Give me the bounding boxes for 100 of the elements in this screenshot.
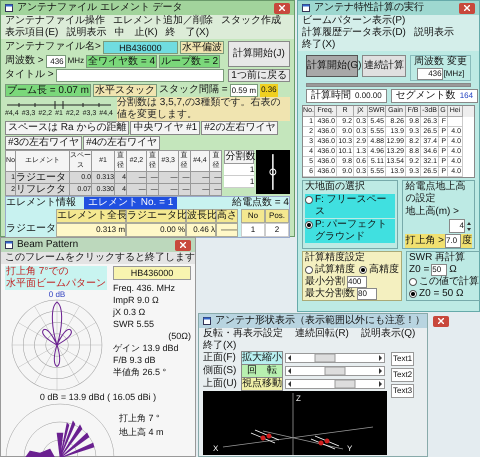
window-icon <box>5 241 13 249</box>
table-cell: 1 <box>241 223 265 237</box>
column-header: ラジエータ比 <box>126 209 186 223</box>
group-title: 計算精度設定 <box>305 252 366 264</box>
menu-item[interactable]: スタック作成 <box>221 15 281 27</box>
radio-label: 高精度 <box>369 264 399 276</box>
menu-item[interactable]: 表示項目(E) <box>5 27 58 39</box>
column-group-label: #2の左右ワイヤ <box>201 121 278 135</box>
min-division-field[interactable]: 400 <box>347 276 367 288</box>
menu-item[interactable]: 反転・再表示設定 <box>203 328 283 340</box>
frequency-field[interactable]: 436 <box>416 68 443 80</box>
element-name: ラジエータ <box>6 223 56 236</box>
reading-text: 半値角 26.5 ° <box>113 366 168 378</box>
field-label: スタック間隔 = <box>158 84 228 96</box>
unit-label: Ω <box>449 264 457 276</box>
table-cell: 0.00 % <box>126 223 186 237</box>
column-group-label: スペースは Ra からの距離 <box>5 121 130 135</box>
window-icon <box>203 317 211 325</box>
field-label: 打上角 > <box>405 235 444 247</box>
panel-title: エレメント情報 <box>6 197 76 209</box>
window-title: アンテナファイル エレメント データ <box>17 2 183 14</box>
view-mode-button[interactable]: 回 転 <box>241 364 283 378</box>
title-field[interactable] <box>56 69 224 82</box>
menu-item[interactable]: 計算履歴データ表示(D) <box>302 27 406 39</box>
table-cell: 2 <box>265 223 289 237</box>
menu-item[interactable]: 中 止(K) <box>114 27 158 39</box>
reading-text: jX 0.3 Ω <box>113 306 146 318</box>
column-header: No <box>241 209 265 223</box>
group-title: 周波数 変更 <box>414 56 467 68</box>
menu-item[interactable]: アンテナファイル操作 <box>5 15 105 27</box>
stack-spacing-field[interactable]: 0.59 m <box>230 84 258 97</box>
back-button[interactable]: 1つ前に戻る <box>228 69 290 82</box>
menu-item[interactable]: 説明表示 <box>66 27 106 39</box>
max-division-field[interactable]: 80 <box>357 288 377 300</box>
menu-item[interactable]: 終 了(X) <box>166 27 210 39</box>
reading-text: SWR 5.55 <box>113 318 156 330</box>
close-button[interactable] <box>459 2 475 14</box>
axis-label: Z <box>296 394 301 403</box>
scroll-bar[interactable] <box>285 379 385 389</box>
frequency-field[interactable]: 436 <box>46 55 66 68</box>
close-button[interactable] <box>175 240 191 250</box>
angle-field[interactable]: 7.0 <box>445 234 461 248</box>
table-cell: 1 <box>224 176 254 188</box>
column-group-label: 中央ワイヤ #1 <box>130 121 200 135</box>
selected-element-label: エレメント No. = 1 <box>84 197 178 209</box>
radio-button[interactable] <box>305 221 313 229</box>
menu-item[interactable]: エレメント追加／削除 <box>113 15 213 27</box>
menu-item[interactable]: 説明表示 <box>414 27 454 39</box>
z0-field[interactable]: 50 <box>431 264 448 276</box>
field-label: 最小分割 <box>305 276 345 288</box>
menu-item[interactable]: 説明表示(Q) <box>360 328 416 340</box>
menu-item[interactable]: 終了(X) <box>203 340 236 352</box>
field-label: 最大分割数 <box>305 288 355 300</box>
group-title: 大地面の選択 <box>305 181 366 193</box>
scale-label: 0 dB <box>48 290 66 299</box>
view-label: 上面(U) <box>203 378 238 390</box>
table-cell: 0.46 λ <box>186 223 216 237</box>
menu-item[interactable]: 終了(X) <box>302 39 336 51</box>
loop-count-label: ループ数 = 2 <box>159 55 220 68</box>
window-icon <box>302 4 310 12</box>
polarization-label: 水平偏波 <box>180 41 224 54</box>
field-label: 周波数 > <box>5 55 44 68</box>
element-preview-drawing <box>256 150 290 194</box>
hint-text: このフレームをクリックすると終了します <box>1 252 195 264</box>
window-title: アンテナ特性計算の実行 <box>314 2 424 14</box>
close-icon <box>438 318 444 324</box>
view-mode-button[interactable]: 拡大縮小 <box>241 351 283 365</box>
boom-length-label: ブーム長 = 0.07 m <box>5 84 91 97</box>
close-icon <box>180 242 186 248</box>
scroll-bar[interactable] <box>285 366 385 376</box>
close-button[interactable] <box>274 2 290 14</box>
column-header: 分割数 <box>224 150 254 164</box>
unit-label: [MHz] <box>444 68 464 80</box>
menu-item[interactable]: ビームパターン表示(P) <box>302 15 406 27</box>
table-cell: —— <box>216 223 238 237</box>
radio-button[interactable] <box>409 290 417 298</box>
menu-item[interactable]: 連続回転(R) <box>295 328 349 340</box>
radio-label: F: フリースペース <box>315 194 388 218</box>
calc-time-value: 0.00.00 <box>355 90 382 102</box>
reading-text: ゲイン 13.9 dBd <box>113 342 180 354</box>
reading-text: F/B 9.3 dB <box>113 354 157 366</box>
table-cell: 1 <box>224 164 254 176</box>
scroll-bar[interactable] <box>285 353 385 363</box>
column-header: 高さ <box>216 209 238 223</box>
legend-text: 水平面ビームパターン <box>6 278 106 290</box>
height-field[interactable]: 4 <box>449 219 465 233</box>
calculate-button[interactable]: 計算開始(J) <box>228 41 290 67</box>
text-box: Text3 <box>391 384 414 398</box>
close-icon <box>464 5 470 11</box>
radio-button[interactable] <box>359 266 367 274</box>
close-button[interactable] <box>433 316 449 326</box>
continuous-calculation-button[interactable]: 連続計算 <box>362 55 406 77</box>
radio-button[interactable] <box>305 266 313 274</box>
wire-count-label: 全ワイヤ数 = 4 <box>86 55 158 68</box>
table-cell <box>448 117 463 127</box>
view-mode-button[interactable]: 視点移動 <box>241 377 283 391</box>
close-icon <box>279 5 285 11</box>
radio-button[interactable] <box>305 196 313 204</box>
radio-button[interactable] <box>409 278 417 286</box>
file-name-field: HB436000 <box>102 41 178 54</box>
